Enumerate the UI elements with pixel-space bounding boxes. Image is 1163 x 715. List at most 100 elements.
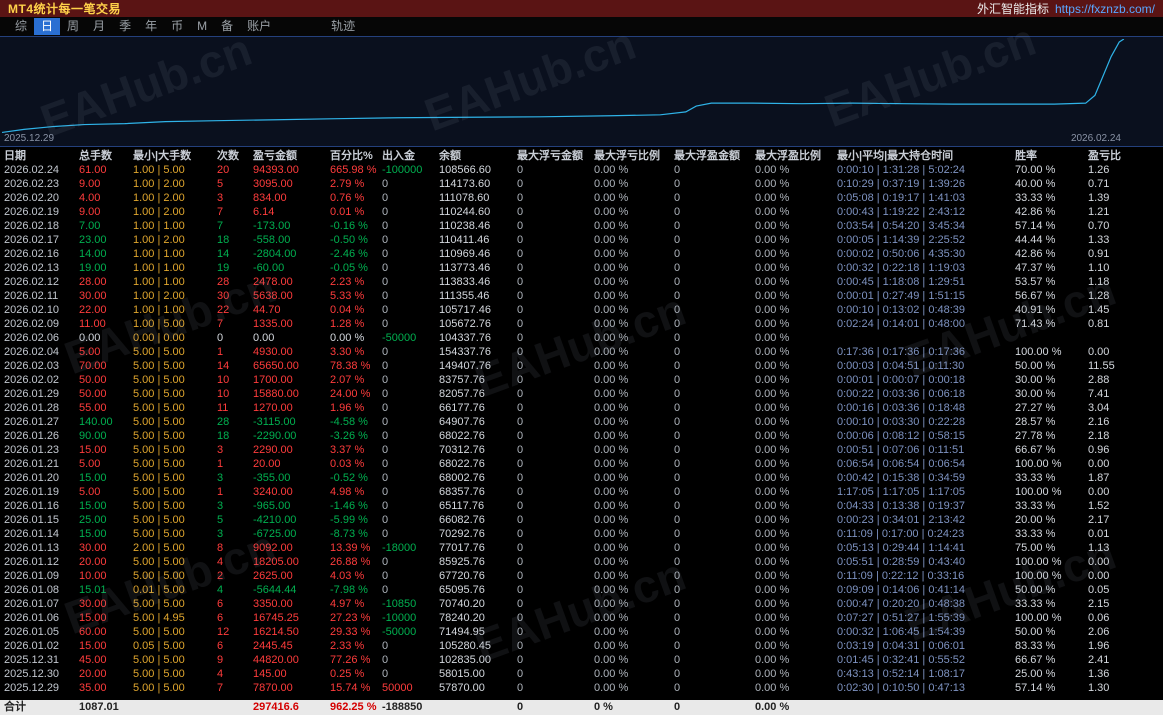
table-row[interactable]: 2026.02.1319.001.00 | 1.0019-60.00-0.05 … [0, 261, 1163, 275]
menu-item-综[interactable]: 综 [8, 18, 34, 35]
cell-date: 2026.02.13 [0, 261, 75, 275]
table-row[interactable]: 2026.02.2461.001.00 | 5.002094393.00665.… [0, 163, 1163, 177]
menu-item-币[interactable]: 币 [164, 18, 190, 35]
cell-max-float-profit: 0 [670, 359, 751, 373]
cell-max-float-profit-pct: 0.00 % [751, 457, 833, 471]
table-row[interactable]: 2026.02.060.000.00 | 0.0000.000.00 %-500… [0, 331, 1163, 345]
cell-max-float-loss-pct: 0.00 % [590, 205, 670, 219]
table-row[interactable]: 2026.02.045.005.00 | 5.0014930.003.30 %0… [0, 345, 1163, 359]
cell-balance: 111355.46 [435, 289, 513, 303]
table-row[interactable]: 2026.01.0215.000.05 | 5.0062445.452.33 %… [0, 639, 1163, 653]
table-row[interactable]: 2026.02.187.001.00 | 1.007-173.00-0.16 %… [0, 219, 1163, 233]
menu-item-备[interactable]: 备 [214, 18, 240, 35]
table-row[interactable]: 2026.01.2855.005.00 | 5.00111270.001.96 … [0, 401, 1163, 415]
table-row[interactable]: 2026.01.1615.005.00 | 5.003-965.00-1.46 … [0, 499, 1163, 513]
cell-hold-time: 0:00:23 | 0:34:01 | 2:13:42 [833, 513, 1011, 527]
cell-max-float-loss-pct: 0.00 % [590, 681, 670, 695]
menu-item-周[interactable]: 周 [60, 18, 86, 35]
menu-item-M[interactable]: M [190, 18, 214, 35]
table-row[interactable]: 2026.01.1330.002.00 | 5.0089092.0013.39 … [0, 541, 1163, 555]
cell-pl-amount: 9092.00 [249, 541, 326, 555]
column-header-win-rate: 胜率 [1011, 147, 1084, 163]
table-row[interactable]: 2026.01.0615.005.00 | 4.95616745.2527.23… [0, 611, 1163, 625]
cell-balance: 105672.76 [435, 317, 513, 331]
table-row[interactable]: 2026.01.2315.005.00 | 5.0032290.003.37 %… [0, 443, 1163, 457]
menu-item-日[interactable]: 日 [34, 18, 60, 35]
cell-hold-time: 0:06:54 | 0:06:54 | 0:06:54 [833, 457, 1011, 471]
table-row[interactable]: 2026.02.1228.001.00 | 1.00282478.002.23 … [0, 275, 1163, 289]
table-row[interactable]: 2026.02.0911.001.00 | 5.0071335.001.28 %… [0, 317, 1163, 331]
cell-deposit-withdraw: 0 [378, 387, 435, 401]
table-row[interactable]: 2026.02.199.001.00 | 2.0076.140.01 %0110… [0, 205, 1163, 219]
column-header-pl-amount: 盈亏金额 [249, 147, 326, 163]
table-row[interactable]: 2026.02.1614.001.00 | 1.0014-2804.00-2.4… [0, 247, 1163, 261]
table-row[interactable]: 2026.02.204.001.00 | 2.003834.000.76 %01… [0, 191, 1163, 205]
cell-pl-amount: 44.70 [249, 303, 326, 317]
cell-max-float-profit: 0 [670, 471, 751, 485]
cell-hold-time [833, 331, 1011, 345]
total-cell-date: 合计 [0, 700, 75, 715]
cell-pl-percent: 665.98 % [326, 163, 378, 177]
table-row[interactable]: 2026.02.1022.001.00 | 1.002244.700.04 %0… [0, 303, 1163, 317]
table-row[interactable]: 2026.01.0815.010.01 | 5.004-5644.44-7.98… [0, 583, 1163, 597]
cell-pl-amount: 3350.00 [249, 597, 326, 611]
cell-max-float-loss: 0 [513, 555, 590, 569]
menu-item-账户[interactable]: 账户 [240, 18, 278, 35]
cell-pl-ratio: 1.33 [1084, 233, 1163, 247]
table-row[interactable]: 2026.01.215.005.00 | 5.00120.000.03 %068… [0, 457, 1163, 471]
table-row[interactable]: 2026.01.1525.005.00 | 5.005-4210.00-5.99… [0, 513, 1163, 527]
cell-max-float-loss-pct: 0.00 % [590, 639, 670, 653]
cell-count: 7 [213, 219, 249, 233]
table-row[interactable]: 2026.01.1220.005.00 | 5.00418205.0026.88… [0, 555, 1163, 569]
cell-hold-time: 0:00:10 | 0:13:02 | 0:48:39 [833, 303, 1011, 317]
menu-item-年[interactable]: 年 [138, 18, 164, 35]
cell-min-max-lots: 2.00 | 5.00 [129, 541, 213, 555]
table-row[interactable]: 2026.01.1415.005.00 | 5.003-6725.00-8.73… [0, 527, 1163, 541]
cell-balance: 70292.76 [435, 527, 513, 541]
table-row[interactable]: 2026.01.0560.005.00 | 5.001216214.5029.3… [0, 625, 1163, 639]
menu-item-轨迹[interactable]: 轨迹 [324, 18, 362, 35]
table-row[interactable]: 2026.01.195.005.00 | 5.0013240.004.98 %0… [0, 485, 1163, 499]
cell-max-float-loss: 0 [513, 457, 590, 471]
cell-win-rate: 56.67 % [1011, 289, 1084, 303]
cell-pl-amount: 0.00 [249, 331, 326, 345]
table-row[interactable]: 2026.01.0730.005.00 | 5.0063350.004.97 %… [0, 597, 1163, 611]
total-cell-count [213, 700, 249, 715]
table-row[interactable]: 2026.02.239.001.00 | 2.0053095.002.79 %0… [0, 177, 1163, 191]
cell-max-float-loss: 0 [513, 653, 590, 667]
brand-link[interactable]: https://fxznzb.com/ [1055, 2, 1155, 16]
menu-item-季[interactable]: 季 [112, 18, 138, 35]
cell-max-float-loss: 0 [513, 261, 590, 275]
cell-hold-time: 0:05:08 | 0:19:17 | 1:41:03 [833, 191, 1011, 205]
menu-item-月[interactable]: 月 [86, 18, 112, 35]
total-cell-max-float-loss-pct: 0 % [590, 700, 670, 715]
table-row[interactable]: 2025.12.3020.005.00 | 5.004145.000.25 %0… [0, 667, 1163, 681]
cell-max-float-loss: 0 [513, 191, 590, 205]
table-row[interactable]: 2025.12.2935.005.00 | 5.0077870.0015.74 … [0, 681, 1163, 695]
table-row[interactable]: 2026.02.1130.001.00 | 2.00305638.005.33 … [0, 289, 1163, 303]
cell-win-rate: 100.00 % [1011, 485, 1084, 499]
cell-hold-time: 0:02:30 | 0:10:50 | 0:47:13 [833, 681, 1011, 695]
table-row[interactable]: 2026.02.0370.005.00 | 5.001465650.0078.3… [0, 359, 1163, 373]
table-row[interactable]: 2026.01.2690.005.00 | 5.0018-2290.00-3.2… [0, 429, 1163, 443]
cell-total-lots: 28.00 [75, 275, 129, 289]
table-row[interactable]: 2026.01.2950.005.00 | 5.001015880.0024.0… [0, 387, 1163, 401]
cell-max-float-profit: 0 [670, 541, 751, 555]
cell-pl-ratio: 1.39 [1084, 191, 1163, 205]
table-row[interactable]: 2026.01.27140.005.00 | 5.0028-3115.00-4.… [0, 415, 1163, 429]
cell-balance: 68022.76 [435, 429, 513, 443]
table-row[interactable]: 2026.01.2015.005.00 | 5.003-355.00-0.52 … [0, 471, 1163, 485]
table-row[interactable]: 2025.12.3145.005.00 | 5.00944820.0077.26… [0, 653, 1163, 667]
cell-count: 14 [213, 247, 249, 261]
cell-pl-percent: -1.46 % [326, 499, 378, 513]
total-cell-deposit-withdraw: -188850 [378, 700, 435, 715]
cell-deposit-withdraw: 0 [378, 289, 435, 303]
table-row[interactable]: 2026.02.1723.001.00 | 2.0018-558.00-0.50… [0, 233, 1163, 247]
cell-date: 2026.02.23 [0, 177, 75, 191]
cell-pl-percent: -8.73 % [326, 527, 378, 541]
table-row[interactable]: 2026.02.0250.005.00 | 5.00101700.002.07 … [0, 373, 1163, 387]
cell-hold-time: 0:00:01 | 0:27:49 | 1:51:15 [833, 289, 1011, 303]
table-row[interactable]: 2026.01.0910.005.00 | 5.0022625.004.03 %… [0, 569, 1163, 583]
cell-max-float-loss: 0 [513, 219, 590, 233]
cell-win-rate: 33.33 % [1011, 191, 1084, 205]
